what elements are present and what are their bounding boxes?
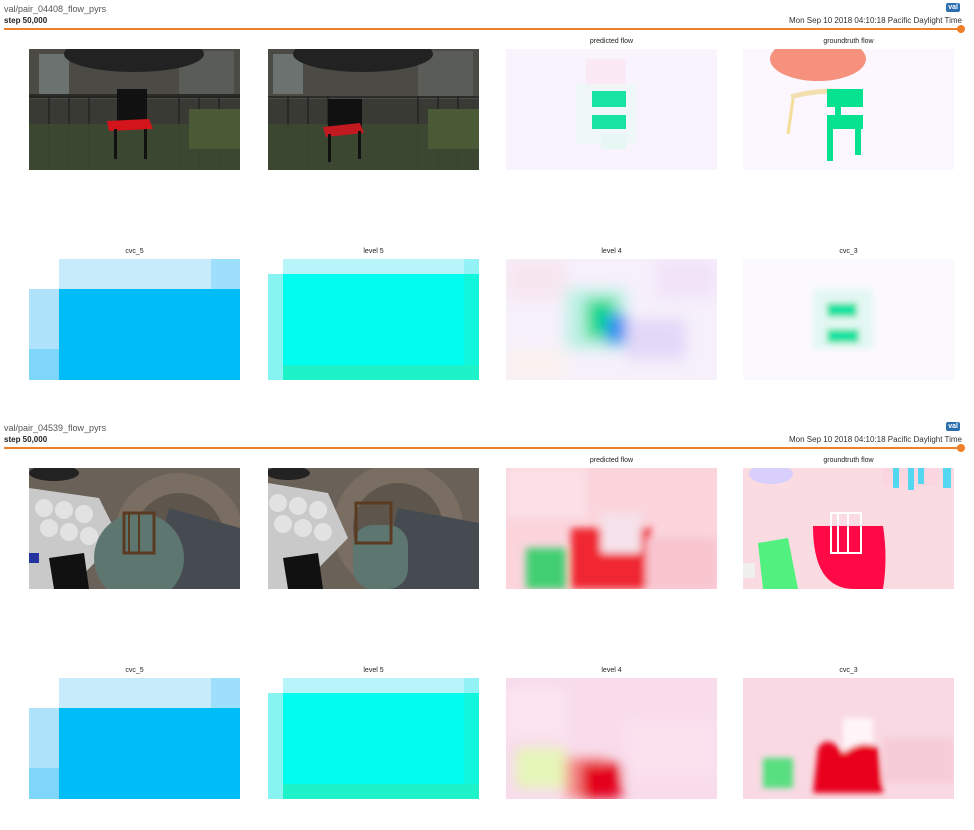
image-caption: level 4 — [601, 667, 622, 674]
card-title: val/pair_04539_flow_pyrs — [4, 423, 107, 433]
run-badge: val — [946, 3, 960, 12]
image-cvc3[interactable] — [743, 678, 954, 799]
step-slider-track[interactable] — [4, 28, 962, 30]
card-title: val/pair_04408_flow_pyrs — [4, 4, 107, 14]
image-level5[interactable] — [268, 678, 479, 799]
image-frame2-chair-garden[interactable] — [268, 49, 479, 170]
image-frame1-chair-cathedral[interactable] — [29, 468, 240, 589]
image-level4[interactable] — [506, 259, 717, 380]
image-level5[interactable] — [268, 259, 479, 380]
step-slider-thumb[interactable] — [957, 25, 965, 33]
image-cvc3[interactable] — [743, 259, 954, 380]
step-slider-track[interactable] — [4, 447, 962, 449]
image-caption: cvc_5 — [125, 667, 144, 674]
image-caption: cvc_5 — [125, 248, 144, 255]
image-predicted-flow[interactable] — [506, 49, 717, 170]
step-slider-thumb[interactable] — [957, 444, 965, 452]
image-level4[interactable] — [506, 678, 717, 799]
image-cvc5[interactable] — [29, 678, 240, 799]
image-groundtruth-flow[interactable] — [743, 468, 954, 589]
image-caption: groundtruth flow — [823, 457, 874, 464]
image-caption: level 5 — [363, 248, 384, 255]
step-label: step 50,000 — [4, 435, 48, 444]
image-frame2-chair-cathedral[interactable] — [268, 468, 479, 589]
image-frame1-chair-garden[interactable] — [29, 49, 240, 170]
image-predicted-flow[interactable] — [506, 468, 717, 589]
image-caption: predicted flow — [589, 38, 634, 45]
image-groundtruth-flow[interactable] — [743, 49, 954, 170]
image-cvc5[interactable] — [29, 259, 240, 380]
image-card-2: val/pair_04539_flow_pyrs val step 50,000… — [0, 419, 974, 830]
image-caption: level 5 — [363, 667, 384, 674]
image-caption: cvc_3 — [839, 248, 858, 255]
timestamp-label: Mon Sep 10 2018 04:10:18 Pacific Dayligh… — [789, 435, 962, 444]
timestamp-label: Mon Sep 10 2018 04:10:18 Pacific Dayligh… — [789, 16, 962, 25]
image-caption: predicted flow — [589, 457, 634, 464]
image-caption: cvc_3 — [839, 667, 858, 674]
image-caption: groundtruth flow — [823, 38, 874, 45]
step-label: step 50,000 — [4, 16, 48, 25]
image-card-1: val/pair_04408_flow_pyrs val step 50,000… — [0, 0, 974, 415]
image-caption: level 4 — [601, 248, 622, 255]
run-badge: val — [946, 422, 960, 431]
